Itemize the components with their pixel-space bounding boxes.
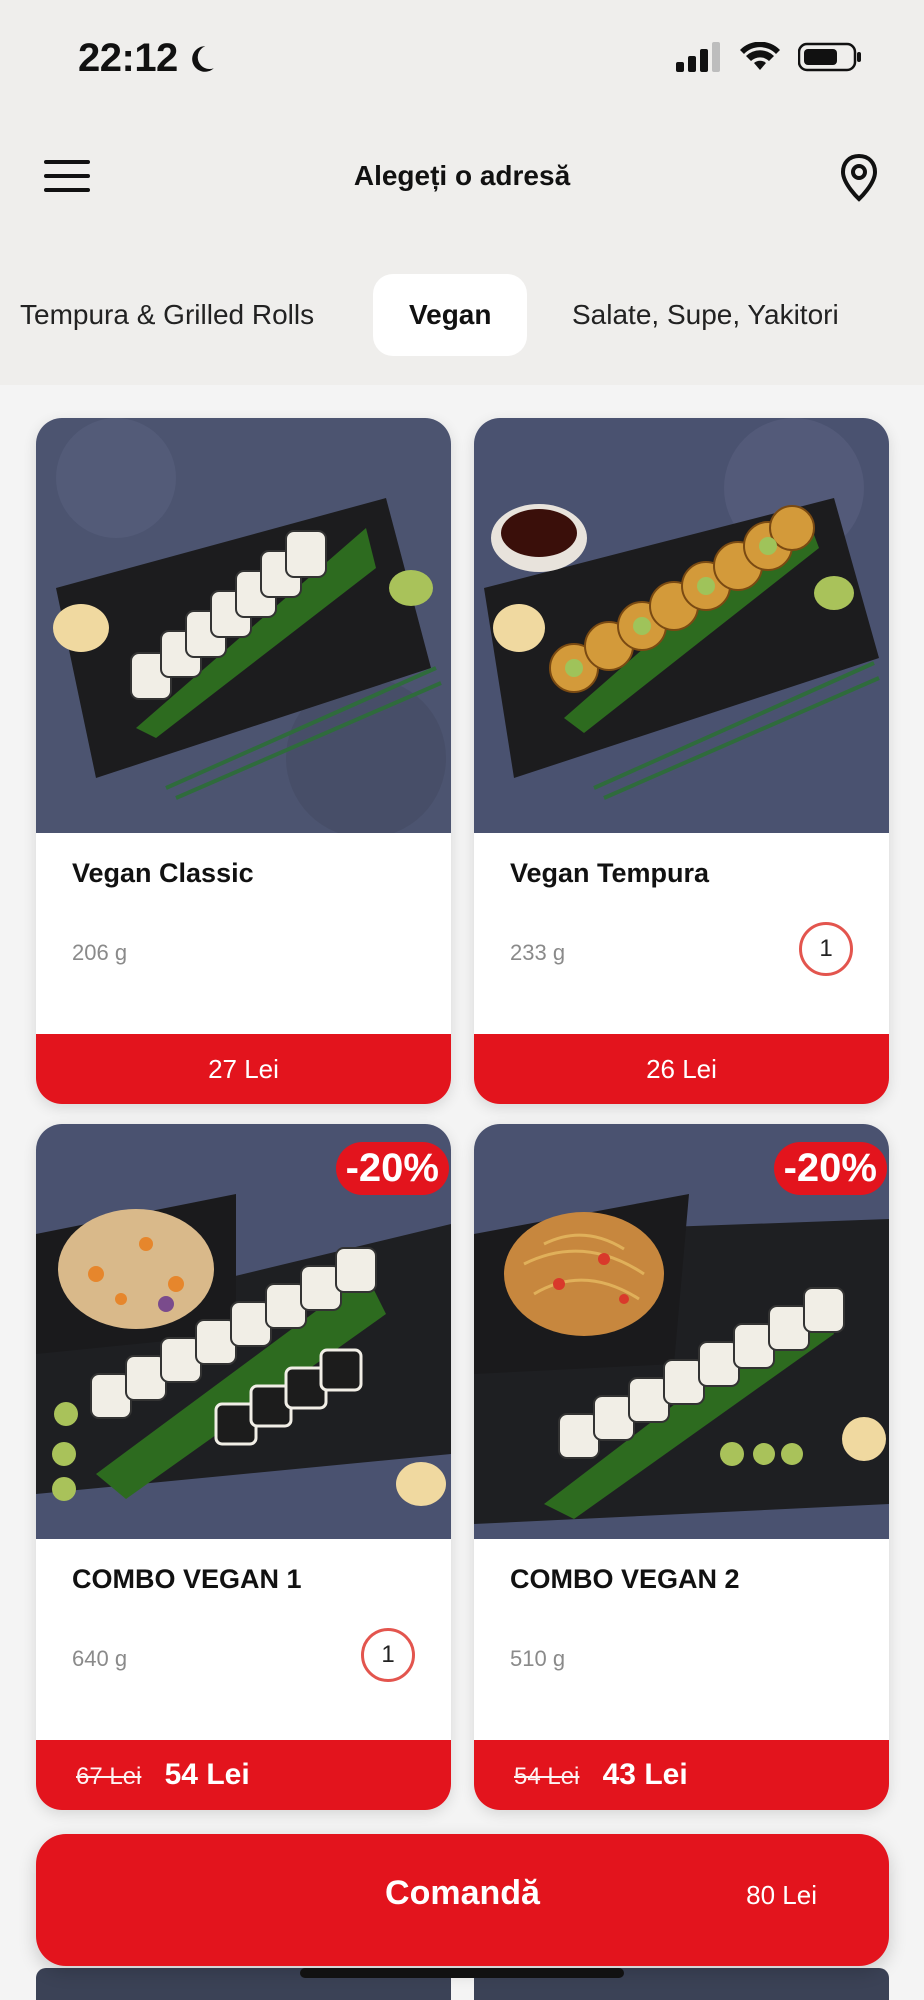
status-time: 22:12 [78,36,218,81]
product-card-vegan-tempura[interactable]: Vegan Tempura 233 g 1 26 Lei [474,418,889,1104]
product-name: COMBO VEGAN 2 [510,1564,740,1594]
wifi-icon [740,42,780,70]
product-grid: Vegan Classic 206 g 27 Lei Vegan Tempura… [0,385,924,2000]
product-name: Vegan Tempura [510,858,710,888]
moon-icon [191,45,214,72]
location-button[interactable] [840,153,878,203]
product-price: 27 Lei [208,1054,279,1084]
tab-tempura-grilled-rolls[interactable]: Tempura & Grilled Rolls [20,274,314,356]
product-old-price: 54 Lei [514,1763,580,1790]
order-total: 80 Lei [746,1880,817,1910]
location-pin-icon [840,153,878,202]
product-weight: 206 g [72,940,128,965]
battery-icon [798,42,861,72]
product-image: -20% [36,1124,451,1539]
product-price-bar[interactable]: 67 Lei 54 Lei [36,1740,451,1810]
signal-icon [676,42,720,72]
product-weight: 640 g [72,1646,128,1671]
status-icons [676,42,862,72]
tab-vegan[interactable]: Vegan [373,274,528,356]
cart-quantity-badge: 1 [799,922,853,976]
product-name: COMBO VEGAN 1 [72,1564,302,1594]
product-card-combo-vegan-2[interactable]: -20% COMBO VEGAN 2 510 g 54 Lei 43 Lei [474,1124,889,1810]
order-button[interactable]: Comandă 80 Lei [36,1834,889,1966]
product-image: -20% [474,1124,889,1539]
status-time-text: 22:12 [78,36,178,80]
product-card-combo-vegan-1[interactable]: -20% COMBO VEGAN 1 640 g 1 67 Lei 54 Lei [36,1124,451,1810]
product-price-bar[interactable]: 27 Lei [36,1034,451,1104]
product-old-price: 67 Lei [76,1763,142,1790]
product-weight: 233 g [510,940,566,965]
product-weight: 510 g [510,1646,566,1671]
home-indicator [300,1968,624,1978]
discount-badge: -20% [335,1142,449,1195]
cart-quantity-badge: 1 [361,1628,415,1682]
product-price-bar[interactable]: 26 Lei [474,1034,889,1104]
category-tabs: Tempura & Grilled Rolls Vegan Salate, Su… [0,274,924,356]
product-price-bar[interactable]: 54 Lei 43 Lei [474,1740,889,1810]
discount-badge: -20% [773,1142,887,1195]
product-price: 43 Lei [602,1758,688,1791]
tab-salate-supe-yakitori[interactable]: Salate, Supe, Yakitori [572,274,839,356]
product-image [474,418,889,833]
product-card-vegan-classic[interactable]: Vegan Classic 206 g 27 Lei [36,418,451,1104]
product-image [36,418,451,833]
product-name: Vegan Classic [72,858,254,888]
product-price: 26 Lei [646,1054,717,1084]
product-price: 54 Lei [164,1758,250,1791]
address-selector[interactable]: Alegeți o adresă [0,160,924,192]
